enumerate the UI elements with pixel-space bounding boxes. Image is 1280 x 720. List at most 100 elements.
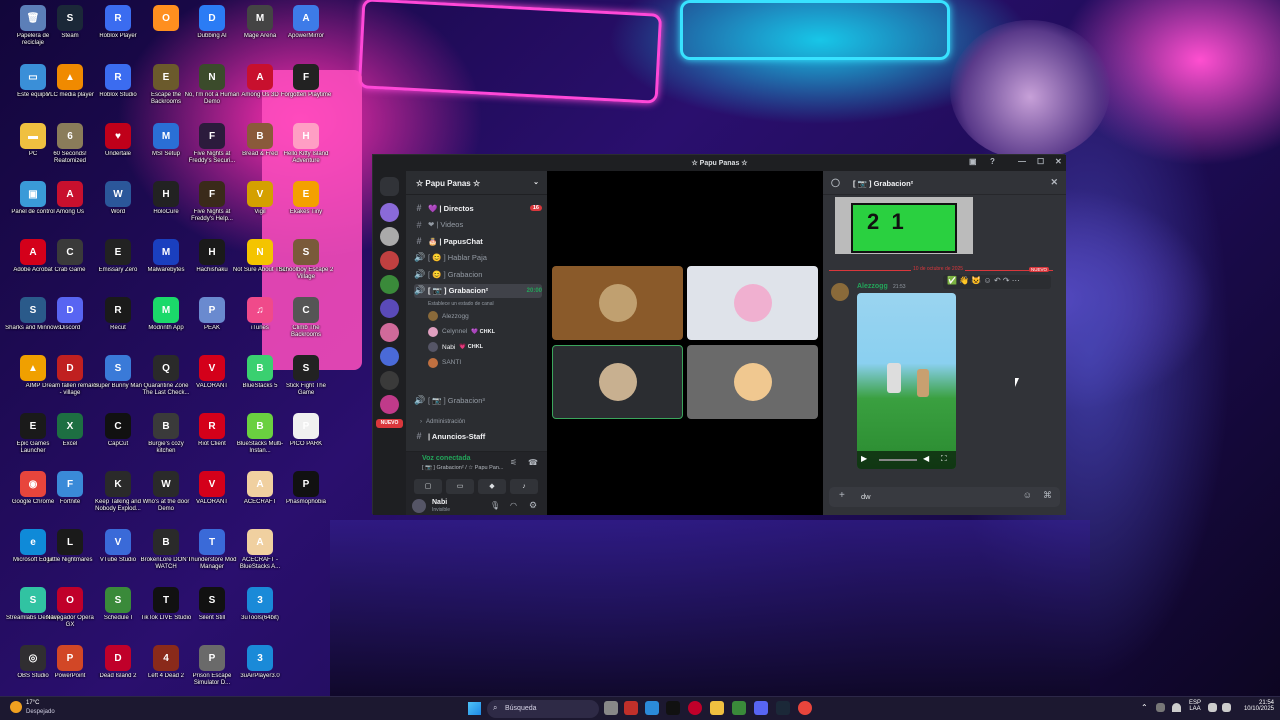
server-icon[interactable] — [380, 371, 399, 390]
vscode-icon[interactable] — [645, 701, 659, 715]
activity-button[interactable]: ◆ — [478, 479, 506, 494]
desktop-icon[interactable]: S Schoolboy Escape 2 Village — [277, 236, 335, 294]
voice-user[interactable]: SANTI — [428, 357, 461, 369]
disconnect-icon[interactable]: ☎ — [528, 458, 538, 467]
desktop-icon[interactable]: A ACECRAFT - BlueStacks A... — [231, 526, 289, 584]
help-icon[interactable]: ? — [990, 157, 995, 166]
weather-icon[interactable] — [10, 701, 22, 713]
avatar[interactable] — [831, 283, 849, 301]
volume-icon[interactable] — [1222, 703, 1231, 712]
network-icon[interactable] — [1208, 703, 1217, 712]
desktop-icon[interactable]: 3 3uTools(64bit) — [231, 584, 289, 642]
fullscreen-icon[interactable]: ⛶ — [941, 454, 947, 464]
message-input[interactable]: + dw ☺ ⌘ — [829, 487, 1060, 507]
microphone-icon[interactable]: 🎙 — [490, 501, 500, 510]
add-attachment-icon[interactable]: + — [839, 490, 845, 501]
server-icon[interactable] — [380, 251, 399, 270]
direct-messages-icon[interactable] — [380, 177, 399, 196]
emoji-icon[interactable]: ☺ — [1023, 490, 1032, 500]
weather-temp[interactable]: 17°C — [26, 700, 39, 706]
video-progress[interactable] — [879, 459, 917, 461]
hashtag-icon: # — [416, 431, 422, 441]
desktop-icon[interactable]: E Ekakes Tiny — [277, 178, 335, 236]
screen-share-button[interactable]: ▭ — [446, 479, 474, 494]
avatar[interactable] — [412, 499, 426, 513]
app-icon: S — [105, 587, 131, 613]
voice-user[interactable]: Nabi 💗 CHKL — [428, 341, 483, 353]
discord-taskbar-icon[interactable] — [754, 701, 768, 715]
voice-user[interactable]: Alezzogg — [428, 310, 469, 322]
capcut-icon[interactable] — [666, 701, 680, 715]
desktop-icon[interactable]: A ApowerMirror — [277, 2, 335, 60]
discord-titlebar[interactable]: ☆ Papu Panas ☆ ▣ ? — ☐ ✕ — [373, 155, 1066, 171]
start-button[interactable] — [468, 702, 481, 715]
app-icon: A — [247, 529, 273, 555]
headphones-icon[interactable]: ◠ — [510, 501, 517, 510]
game-image[interactable]: 2 1 — [835, 197, 973, 254]
minecraft-icon[interactable] — [732, 701, 746, 715]
desktop-icon[interactable]: C Climb The Backrooms — [277, 294, 335, 352]
photos-icon[interactable] — [624, 701, 638, 715]
soundboard-button[interactable]: ♪ — [510, 479, 538, 494]
channel-item[interactable]: # 🎂 | PapusChat — [414, 234, 542, 248]
search-box[interactable]: ⌕ Búsqueda — [487, 700, 599, 718]
inbox-icon[interactable]: ▣ — [969, 157, 977, 166]
server-icon[interactable] — [380, 203, 399, 222]
category-admin[interactable]: › Administración — [420, 415, 548, 429]
participant-tile[interactable] — [552, 266, 683, 340]
wifi-icon[interactable] — [1172, 703, 1181, 712]
desktop-icon[interactable]: S Stick Fight The Game — [277, 352, 335, 410]
gamepad-icon[interactable]: ⌘ — [1043, 490, 1052, 501]
video-attachment[interactable]: ▶ ◀ ⛶ — [857, 293, 956, 469]
minimize-button[interactable]: — — [1018, 157, 1026, 166]
participant-tile[interactable] — [552, 345, 683, 419]
channel-grabacion3[interactable]: 🔊[ 📷 ] Grabacion³ — [414, 393, 542, 407]
desktop-icon[interactable]: P Phasmophobia — [277, 468, 335, 526]
noise-suppression-icon[interactable]: ⚟ — [510, 458, 517, 467]
server-icon[interactable] — [380, 275, 399, 294]
opera-icon[interactable] — [688, 701, 702, 715]
file-explorer-icon[interactable] — [710, 701, 724, 715]
clock[interactable]: 21:54 10/10/2025 — [1236, 700, 1274, 712]
close-window-button[interactable]: ✕ — [1055, 157, 1062, 166]
desktop-icon[interactable]: H Hello Kitty Island Adventure — [277, 120, 335, 178]
server-header[interactable]: ☆ Papu Panas ☆ ⌄ — [406, 171, 547, 195]
desktop-icon[interactable]: P PICO PARK — [277, 410, 335, 468]
server-icon[interactable] — [380, 323, 399, 342]
participant-tile[interactable] — [687, 266, 818, 340]
channel-item[interactable]: # 💜 | Directos 16 — [414, 201, 542, 215]
server-icon[interactable] — [380, 299, 399, 318]
desktop-icon[interactable]: 3 3uAirPlayer3.0 — [231, 642, 289, 700]
participant-tile[interactable] — [687, 345, 818, 419]
task-view-icon[interactable] — [604, 701, 618, 715]
steam-taskbar-icon[interactable] — [776, 701, 790, 715]
language-indicator[interactable]: ESP LAA — [1189, 700, 1201, 712]
server-icon[interactable] — [380, 395, 399, 414]
app-icon: V — [199, 471, 225, 497]
channel-item[interactable]: 🔊[ 📷 ] Grabacion² 20:00 — [414, 283, 542, 298]
camera-button[interactable]: ▢ — [414, 479, 442, 494]
volume-icon[interactable]: ◀ — [923, 454, 929, 463]
close-icon[interactable]: ✕ — [1050, 177, 1058, 188]
gear-icon[interactable]: ⚙ — [529, 500, 537, 511]
tray-app-icon[interactable] — [1156, 703, 1165, 712]
channel-item[interactable]: 🔊[ 😊 ] Hablar Paja — [414, 251, 542, 265]
channel-item[interactable]: # ❤ | Videos — [414, 218, 542, 232]
message-actions[interactable]: ✅ 👋 😺 ☺ ↶ ↷ ⋯ — [943, 275, 1051, 289]
voice-user[interactable]: Celynnel 💜 CHKL — [428, 326, 495, 338]
server-icon[interactable] — [380, 227, 399, 246]
server-icon[interactable] — [380, 347, 399, 366]
discord-window[interactable]: ☆ Papu Panas ☆ ▣ ? — ☐ ✕ NUEVO ☆ Papu Pa… — [372, 154, 1066, 515]
play-icon[interactable]: ▶ — [861, 454, 867, 463]
chevron-down-icon[interactable]: ⌄ — [533, 178, 539, 186]
app-icon: C — [105, 413, 131, 439]
tray-chevron-icon[interactable]: ⌃ — [1141, 703, 1148, 712]
channel-item[interactable]: 🔊[ 😊 ] Grabacion — [414, 267, 542, 281]
chrome-taskbar-icon[interactable] — [798, 701, 812, 715]
maximize-button[interactable]: ☐ — [1037, 157, 1044, 166]
channel-status-hint[interactable]: Establece un estado de canal — [428, 298, 494, 310]
channel-anuncios-staff[interactable]: # | Anuncios-Staff — [414, 429, 542, 443]
voice-location[interactable]: [ 📷 ] Grabacion² / ☆ Papu Pan... — [422, 465, 503, 471]
message-author[interactable]: Alezzogg — [857, 283, 888, 290]
desktop-icon[interactable]: F Forgotten Playtime — [277, 61, 335, 119]
